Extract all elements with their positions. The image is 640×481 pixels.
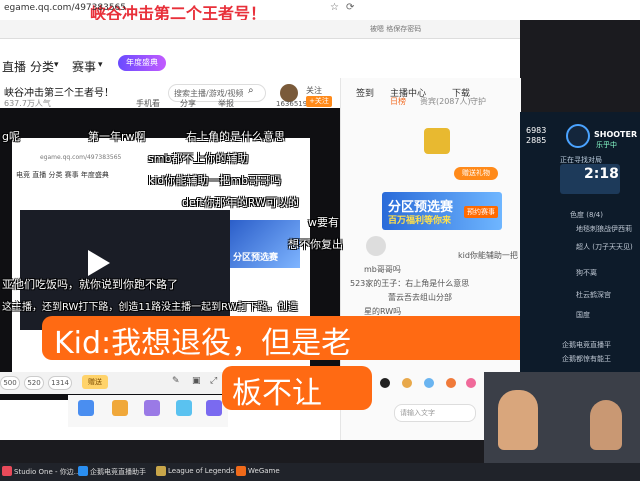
taskbar-item[interactable]: 企鹅电竞直播助手 bbox=[90, 467, 146, 477]
captured-ad-text: 分区预选赛 bbox=[233, 253, 279, 263]
app-icon[interactable] bbox=[2, 466, 12, 476]
danmaku: 第一年rw啊 bbox=[88, 130, 146, 143]
captured-nav: 电竞 直播 分类 赛事 年度盛典 bbox=[16, 171, 109, 179]
player-status: 乐乎中 bbox=[596, 141, 617, 149]
reserve-button[interactable]: 预约赛事 bbox=[464, 206, 498, 218]
gift-amount-500[interactable]: 500 bbox=[0, 376, 20, 390]
stat-value: 6983 bbox=[526, 126, 547, 135]
edit-icon[interactable]: ✎ bbox=[172, 376, 180, 386]
rank-badge-icon bbox=[566, 124, 590, 148]
send-gift-button[interactable]: 赠送礼物 bbox=[454, 167, 498, 180]
gift-item[interactable] bbox=[78, 400, 94, 416]
guard-tab[interactable]: 守护 bbox=[470, 96, 486, 107]
color-dot[interactable] bbox=[466, 378, 476, 388]
player-name: SHOOTER bbox=[594, 130, 638, 139]
color-dot[interactable] bbox=[380, 378, 390, 388]
taskbar-item[interactable]: WeGame bbox=[248, 467, 280, 475]
image-icon[interactable]: ▣ bbox=[192, 376, 201, 386]
tournament-sub: 百万福利等你来 bbox=[388, 216, 452, 226]
avatar bbox=[366, 236, 386, 256]
annual-festival-badge[interactable]: 年度盛典 bbox=[118, 55, 166, 71]
chat-message: 523家的王子：右上角是什么意思 bbox=[350, 279, 470, 288]
room-title: 峡谷冲击第三个王者号！ bbox=[4, 88, 114, 99]
star-icon[interactable]: ☆ bbox=[330, 2, 339, 13]
gift-amount-520[interactable]: 520 bbox=[24, 376, 44, 390]
chevron-down-icon[interactable]: ▾ bbox=[98, 60, 103, 70]
subtitle-line-2: 板不让 bbox=[232, 376, 322, 411]
subtitle-line-1: Kid:我想退役，但是老 bbox=[54, 326, 352, 361]
danmaku: g呢 bbox=[2, 130, 20, 143]
gift-item[interactable] bbox=[176, 400, 192, 416]
danmaku: 想不你复出 bbox=[288, 238, 343, 251]
taskbar-item[interactable]: Studio One - 你边... bbox=[14, 467, 80, 477]
fullscreen-icon[interactable]: ⤢ bbox=[210, 376, 217, 386]
url-text[interactable]: egame.qq.com/497383565 bbox=[4, 3, 126, 13]
danmaku: kid你能辅助一把mb哥哥吗 bbox=[148, 174, 282, 187]
danmaku: 亚他们吃饭吗，就你说到你跑不路了 bbox=[2, 278, 178, 291]
follow-button[interactable]: +关注 bbox=[306, 96, 332, 107]
gift-item[interactable] bbox=[206, 400, 222, 416]
gift-item[interactable] bbox=[112, 400, 128, 416]
viewer-count: 1636519 bbox=[276, 100, 308, 108]
queue-timer: 2:18 bbox=[584, 166, 619, 182]
chevron-down-icon[interactable]: ▾ bbox=[54, 60, 59, 70]
search-icon[interactable]: ⌕ bbox=[248, 85, 254, 96]
color-dot[interactable] bbox=[446, 378, 456, 388]
color-dot[interactable] bbox=[424, 378, 434, 388]
app-icon[interactable] bbox=[78, 466, 88, 476]
guest-figure bbox=[590, 400, 622, 450]
friend-item[interactable]: 杜云鹤深宫 bbox=[576, 290, 611, 300]
danmaku: w要有 bbox=[308, 216, 339, 229]
nav-category[interactable]: 分类 bbox=[30, 58, 54, 75]
daily-rank-tab[interactable]: 日榜 bbox=[390, 96, 406, 107]
danmaku: 右上角的是什么意思 bbox=[186, 130, 285, 143]
chat-message: mb哥哥吗 bbox=[364, 265, 401, 274]
send-button[interactable]: 赠送 bbox=[82, 375, 108, 389]
password-hint: 被嗯 格保存密码 bbox=[370, 25, 422, 33]
app-icon[interactable] bbox=[156, 466, 166, 476]
gift-item[interactable] bbox=[144, 400, 160, 416]
follow-label: 关注 bbox=[306, 86, 322, 95]
trophy-icon bbox=[424, 128, 450, 154]
danmaku: deft你那年的RW可以的 bbox=[182, 196, 299, 209]
color-dot[interactable] bbox=[402, 378, 412, 388]
friend-item[interactable]: 企鹅都惊有能王 bbox=[562, 354, 611, 364]
danmaku: smb都不上你的辅助 bbox=[148, 152, 249, 165]
friend-item[interactable]: 狗不离 bbox=[576, 268, 597, 278]
friend-item[interactable]: 企鹅电竞直播平 bbox=[562, 340, 611, 350]
friend-item[interactable]: 国度 bbox=[576, 310, 590, 320]
checkin-tab[interactable]: 签到 bbox=[356, 86, 374, 99]
chat-message: 蕾云吾去组山分部 bbox=[388, 293, 452, 302]
friend-item[interactable]: 超人 (刀子天天见) bbox=[576, 242, 633, 252]
vip-tab[interactable]: 贵宾(2087人) bbox=[420, 96, 471, 107]
friend-item[interactable]: 地毯刺狼战伊西莉 bbox=[576, 224, 632, 234]
danmaku: 这主播，还到RW打下路，创造11路没主播一起到RW打下路，创造 bbox=[2, 302, 298, 313]
address-bar[interactable] bbox=[0, 20, 520, 39]
app-icon[interactable] bbox=[236, 466, 246, 476]
refresh-icon[interactable]: ⟳ bbox=[346, 2, 354, 13]
nav-live[interactable]: 直播 bbox=[2, 58, 26, 75]
captured-url: egame.qq.com/497383565 bbox=[40, 154, 122, 161]
chat-message: kid你能辅助一把 bbox=[458, 251, 518, 260]
streamer-figure bbox=[498, 390, 538, 450]
chat-placeholder: 请输入文字 bbox=[400, 409, 435, 417]
nav-events[interactable]: 赛事 bbox=[72, 58, 96, 75]
taskbar-item[interactable]: League of Legends bbox=[168, 467, 234, 475]
stat-value: 2885 bbox=[526, 136, 547, 145]
friend-item[interactable]: 色度 (8/4) bbox=[570, 210, 603, 220]
play-icon[interactable] bbox=[88, 250, 110, 276]
gift-amount-1314[interactable]: 1314 bbox=[48, 376, 72, 390]
